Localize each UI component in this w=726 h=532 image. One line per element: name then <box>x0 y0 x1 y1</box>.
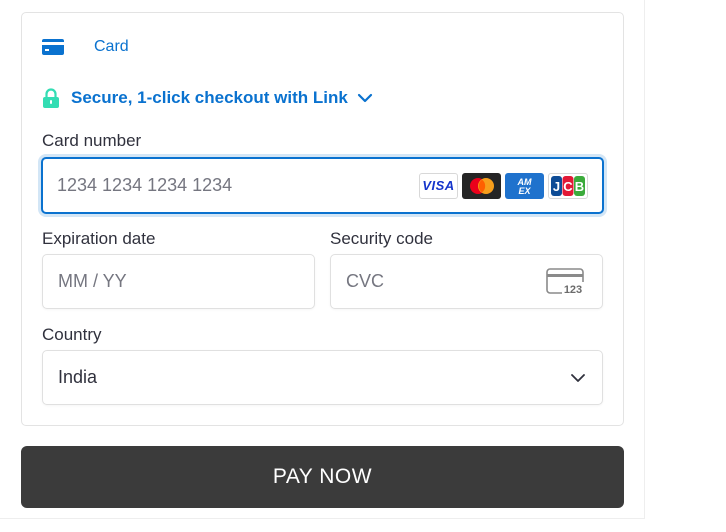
cvc-card-icon: 123 <box>546 267 586 296</box>
lock-icon <box>43 88 59 108</box>
credit-card-icon <box>42 39 64 55</box>
visa-icon: VISA <box>419 172 458 199</box>
country-label: Country <box>42 325 102 344</box>
chevron-down-icon <box>571 373 585 382</box>
link-checkout-label: Secure, 1-click checkout with Link <box>71 88 348 107</box>
jcb-letter-j: J <box>553 179 560 194</box>
country-select[interactable]: India <box>42 350 603 405</box>
amex-icon: AM EX <box>505 172 544 199</box>
expiration-label: Expiration date <box>42 229 156 248</box>
pay-now-button[interactable]: PAY NOW <box>21 446 624 508</box>
amex-text-bottom: EX <box>518 186 531 196</box>
visa-text: VISA <box>422 178 455 193</box>
expiration-placeholder: MM / YY <box>58 271 127 291</box>
cvc-icon-text: 123 <box>564 284 582 296</box>
jcb-icon: J C B <box>548 172 588 199</box>
card-number-placeholder: 1234 1234 1234 1234 <box>57 175 233 195</box>
link-checkout-toggle[interactable]: Secure, 1-click checkout with Link <box>42 86 373 110</box>
security-code-input[interactable]: CVC 123 <box>330 254 603 309</box>
jcb-letter-b: B <box>575 179 584 194</box>
card-tab-label: Card <box>94 38 129 55</box>
mastercard-icon <box>462 172 501 199</box>
card-brands: VISA AM EX J C B <box>419 172 588 199</box>
chevron-down-icon <box>357 93 372 103</box>
expiration-input[interactable]: MM / YY <box>42 254 315 309</box>
security-code-label: Security code <box>330 229 433 248</box>
country-value: India <box>58 367 98 387</box>
card-number-label: Card number <box>42 131 142 150</box>
security-code-placeholder: CVC <box>346 271 385 291</box>
jcb-letter-c: C <box>563 179 573 194</box>
payment-method-card-tab[interactable]: Card <box>42 36 129 58</box>
card-number-input[interactable]: 1234 1234 1234 1234 VISA AM EX J C B <box>41 157 604 214</box>
